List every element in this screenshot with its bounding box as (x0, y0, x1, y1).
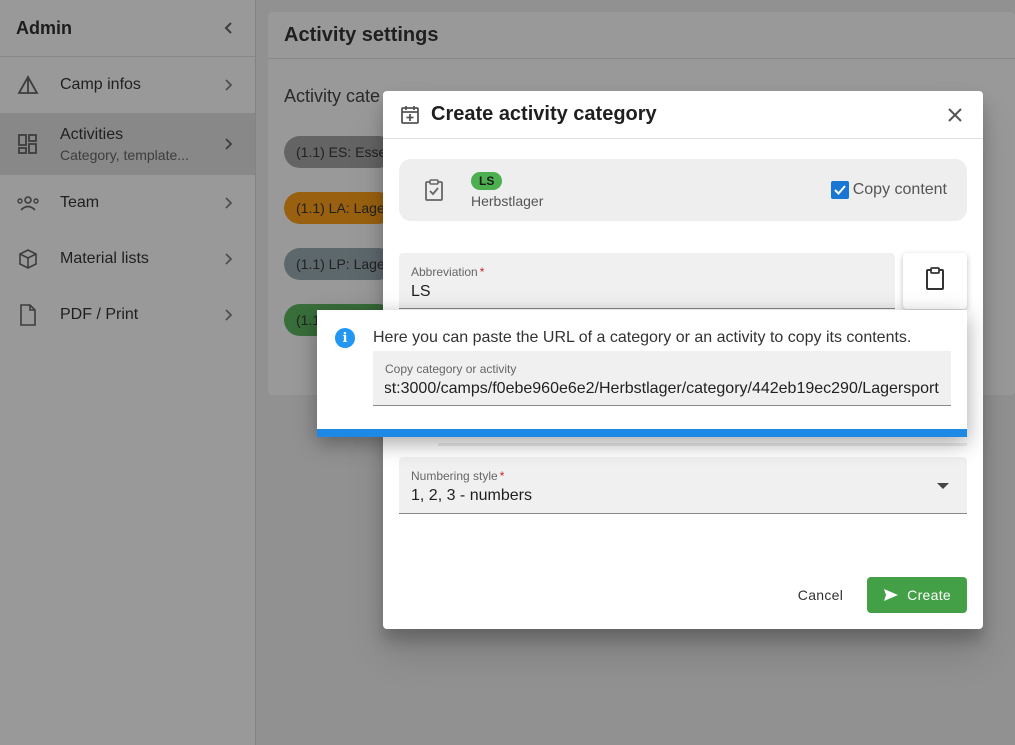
copy-url-label: Copy category or activity (385, 362, 517, 376)
numbering-value: 1, 2, 3 - numbers (411, 487, 532, 504)
required-mark: * (479, 265, 485, 279)
create-button[interactable]: Create (867, 577, 967, 613)
clipboard-check-icon (419, 175, 449, 205)
numbering-style-select[interactable]: Numbering style * 1, 2, 3 - numbers (399, 457, 967, 514)
abbreviation-label-text: Abbreviation (411, 265, 478, 279)
source-camp-name: Herbstlager (471, 192, 544, 209)
abbreviation-value: LS (411, 283, 431, 300)
dialog-title: Create activity category (431, 103, 657, 125)
copy-url-input[interactable]: Copy category or activity http://localho… (373, 351, 951, 406)
obscured-field-underline (438, 443, 967, 446)
cancel-button[interactable]: Cancel (782, 579, 859, 611)
abbreviation-field[interactable]: Abbreviation * LS (399, 253, 895, 309)
dialog-header: Create activity category (383, 91, 983, 139)
numbering-label: Numbering style * (411, 469, 955, 483)
copy-content-checkbox[interactable]: Copy content (830, 181, 947, 199)
copy-source-popover: i Here you can paste the URL of a catego… (317, 310, 967, 437)
create-button-label: Create (907, 587, 951, 603)
close-icon[interactable] (943, 103, 967, 127)
copy-url-value: http://localhost:3000/camps/f0ebe960e6e2… (385, 380, 939, 397)
copy-content-label: Copy content (852, 181, 947, 198)
paste-clipboard-button[interactable] (903, 253, 967, 309)
copy-source-preview: LS Herbstlager Copy content (399, 159, 967, 221)
dialog-actions: Cancel Create (782, 577, 967, 613)
popover-info-text: Here you can paste the URL of a category… (373, 329, 912, 346)
required-mark: * (499, 469, 505, 483)
dropdown-arrow-icon (937, 483, 949, 489)
numbering-label-text: Numbering style (411, 469, 498, 483)
info-icon: i (335, 328, 355, 348)
category-short-chip: LS (471, 171, 503, 190)
clipboard-icon (925, 266, 945, 296)
send-icon (883, 587, 899, 603)
calendar-plus-icon (399, 104, 421, 126)
loading-progress-bar (317, 429, 967, 437)
abbreviation-label: Abbreviation * (411, 265, 883, 279)
checkbox-checked-icon[interactable] (830, 181, 849, 199)
